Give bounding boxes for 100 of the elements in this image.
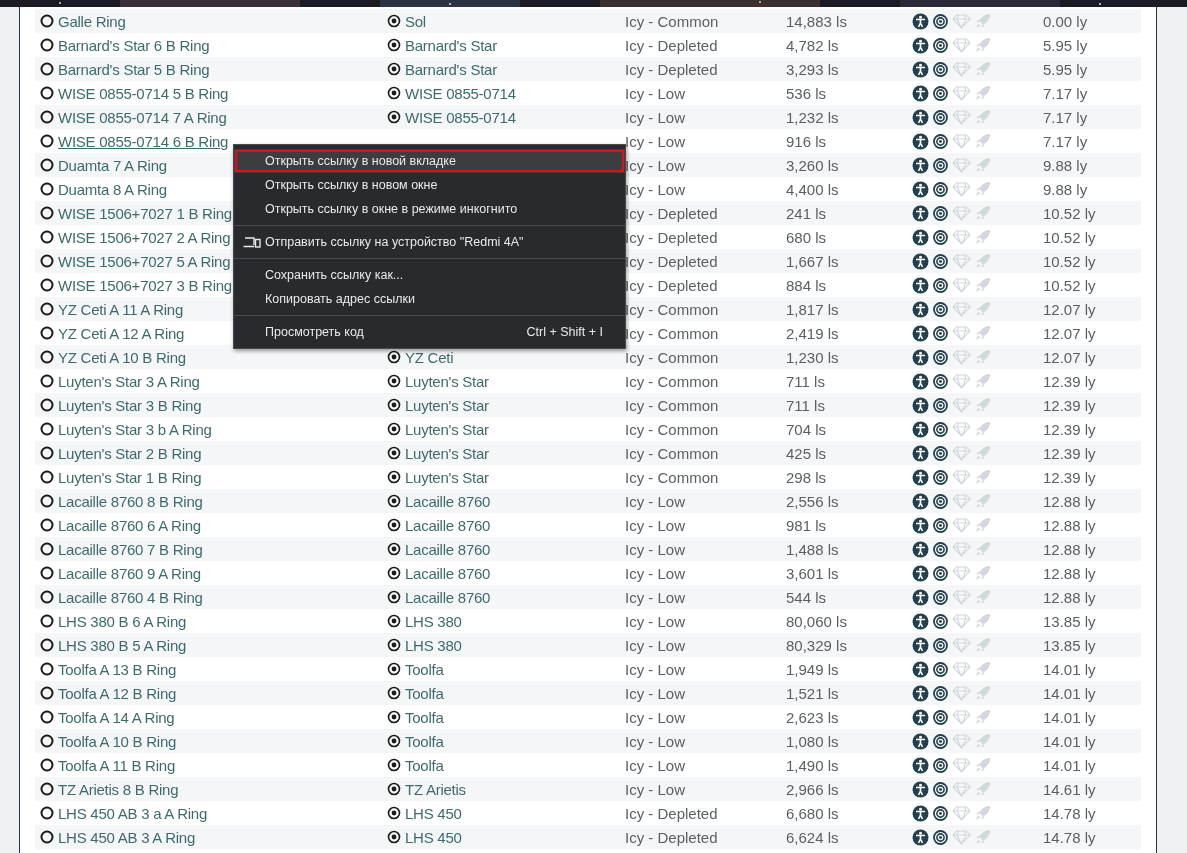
- ring-link[interactable]: Toolfa A 12 B Ring: [58, 684, 177, 702]
- system-link[interactable]: LHS 450: [405, 804, 462, 822]
- ring-icon: [40, 494, 54, 508]
- ring-link[interactable]: Lacaille 8760 9 A Ring: [58, 564, 201, 582]
- ring-link[interactable]: LHS 450 AB 3 A Ring: [58, 828, 196, 846]
- system-link[interactable]: Barnard's Star: [405, 36, 497, 54]
- ring-icon: [40, 230, 54, 244]
- menu-item[interactable]: Сохранить ссылку как...: [234, 263, 625, 287]
- ring-link[interactable]: Barnard's Star 5 B Ring: [58, 60, 210, 78]
- ring-icon: [40, 326, 54, 340]
- ring-link[interactable]: WISE 1506+7027 5 A Ring: [58, 252, 231, 270]
- ring-icon: [40, 158, 54, 172]
- distance-ly: 10.52 ly: [1043, 228, 1096, 246]
- system-link[interactable]: YZ Ceti: [405, 348, 454, 366]
- ring-link[interactable]: Luyten's Star 3 B Ring: [58, 396, 202, 414]
- system-link[interactable]: LHS 380: [405, 636, 462, 654]
- system-link[interactable]: Toolfa: [405, 732, 444, 750]
- system-link[interactable]: Toolfa: [405, 660, 444, 678]
- system-link[interactable]: TZ Arietis: [405, 780, 466, 798]
- system-link[interactable]: Toolfa: [405, 684, 444, 702]
- ring-type: Icy - Depleted: [625, 828, 718, 846]
- system-link[interactable]: Toolfa: [405, 756, 444, 774]
- ring-link[interactable]: Galle Ring: [58, 12, 126, 30]
- distance-ly: 9.88 ly: [1043, 180, 1088, 198]
- arrival-distance: 2,556 ls: [786, 492, 839, 510]
- ring-link[interactable]: Toolfa A 10 B Ring: [58, 732, 177, 750]
- arrival-distance: 6,624 ls: [786, 828, 839, 846]
- ring-link[interactable]: YZ Ceti A 11 A Ring: [58, 300, 184, 318]
- ring-link[interactable]: Toolfa A 14 A Ring: [58, 708, 175, 726]
- system-link[interactable]: Lacaille 8760: [405, 540, 491, 558]
- ring-link[interactable]: WISE 0855-0714 6 B Ring: [58, 132, 229, 150]
- ring-type: Icy - Common: [625, 12, 719, 30]
- ring-type: Icy - Low: [625, 612, 685, 630]
- system-link[interactable]: Lacaille 8760: [405, 492, 491, 510]
- ring-link[interactable]: YZ Ceti A 12 A Ring: [58, 324, 185, 342]
- ring-link[interactable]: WISE 0855-0714 5 B Ring: [58, 84, 229, 102]
- system-link[interactable]: Sol: [405, 12, 426, 30]
- system-link[interactable]: Barnard's Star: [405, 60, 497, 78]
- distance-ly: 10.52 ly: [1043, 252, 1096, 270]
- system-link[interactable]: Luyten's Star: [405, 372, 489, 390]
- ring-type: Icy - Common: [625, 372, 719, 390]
- star-system-icon: [387, 398, 401, 412]
- star-system-icon: [387, 542, 401, 556]
- menu-item[interactable]: Просмотреть код Ctrl + Shift + I: [234, 320, 625, 344]
- system-link[interactable]: Lacaille 8760: [405, 516, 491, 534]
- system-link[interactable]: WISE 0855-0714: [405, 108, 516, 126]
- system-link[interactable]: Luyten's Star: [405, 468, 489, 486]
- system-link[interactable]: LHS 380: [405, 612, 462, 630]
- distance-ly: 5.95 ly: [1043, 36, 1088, 54]
- ring-link[interactable]: WISE 1506+7027 3 B Ring: [58, 276, 232, 294]
- ring-link[interactable]: Lacaille 8760 4 B Ring: [58, 588, 203, 606]
- system-link[interactable]: Lacaille 8760: [405, 588, 491, 606]
- ring-link[interactable]: TZ Arietis 8 B Ring: [58, 780, 179, 798]
- ring-link[interactable]: Toolfa A 13 B Ring: [58, 660, 177, 678]
- distance-ly: 14.01 ly: [1043, 708, 1096, 726]
- system-link[interactable]: WISE 0855-0714: [405, 84, 516, 102]
- ring-type: Icy - Low: [625, 684, 685, 702]
- ring-link[interactable]: Duamta 8 A Ring: [58, 180, 167, 198]
- ring-type: Icy - Low: [625, 516, 685, 534]
- star-system-icon: [387, 38, 401, 52]
- ring-link[interactable]: WISE 1506+7027 1 B Ring: [58, 204, 232, 222]
- ring-link[interactable]: WISE 0855-0714 7 A Ring: [58, 108, 227, 126]
- distance-ly: 12.39 ly: [1043, 468, 1096, 486]
- arrival-distance: 916 ls: [786, 132, 827, 150]
- system-link[interactable]: Toolfa: [405, 708, 444, 726]
- menu-item[interactable]: Отправить ссылку на устройство "Redmi 4A": [234, 230, 625, 254]
- system-link[interactable]: Luyten's Star: [405, 444, 489, 462]
- ring-icon: [40, 806, 54, 820]
- menu-item[interactable]: Копировать адрес ссылки: [234, 287, 625, 311]
- ring-icon: [40, 710, 54, 724]
- ring-link[interactable]: Luyten's Star 3 A Ring: [58, 372, 200, 390]
- star-system-icon: [387, 590, 401, 604]
- menu-item[interactable]: Открыть ссылку в новом окне: [234, 173, 625, 197]
- ring-link[interactable]: LHS 450 AB 3 a A Ring: [58, 804, 208, 822]
- system-link[interactable]: Luyten's Star: [405, 396, 489, 414]
- ring-link[interactable]: LHS 380 B 5 A Ring: [58, 636, 187, 654]
- menu-item[interactable]: Открыть ссылку в новой вкладке: [234, 149, 625, 173]
- ring-link[interactable]: Lacaille 8760 6 A Ring: [58, 516, 201, 534]
- ring-link[interactable]: Luyten's Star 2 B Ring: [58, 444, 202, 462]
- ring-link[interactable]: YZ Ceti A 10 B Ring: [58, 348, 186, 366]
- ring-link[interactable]: Lacaille 8760 8 B Ring: [58, 492, 203, 510]
- ring-link[interactable]: Luyten's Star 1 B Ring: [58, 468, 202, 486]
- system-link[interactable]: Luyten's Star: [405, 420, 489, 438]
- ring-link[interactable]: Barnard's Star 6 B Ring: [58, 36, 210, 54]
- ring-link[interactable]: Lacaille 8760 7 B Ring: [58, 540, 203, 558]
- ring-link[interactable]: Luyten's Star 3 b A Ring: [58, 420, 212, 438]
- ring-link[interactable]: LHS 380 B 6 A Ring: [58, 612, 187, 630]
- arrival-distance: 536 ls: [786, 84, 827, 102]
- system-link[interactable]: Lacaille 8760: [405, 564, 491, 582]
- ring-type: Icy - Low: [625, 708, 685, 726]
- system-link[interactable]: LHS 450: [405, 828, 462, 846]
- ring-icon: [40, 302, 54, 316]
- distance-ly: 7.17 ly: [1043, 84, 1088, 102]
- menu-item[interactable]: Открыть ссылку в окне в режиме инкогнито: [234, 197, 625, 221]
- ring-link[interactable]: Duamta 7 A Ring: [58, 156, 167, 174]
- ring-link[interactable]: WISE 1506+7027 2 A Ring: [58, 228, 231, 246]
- ring-type: Icy - Low: [625, 108, 685, 126]
- ring-link[interactable]: Toolfa A 11 B Ring: [58, 756, 175, 774]
- ring-type: Icy - Low: [625, 564, 685, 582]
- ring-icon: [40, 566, 54, 580]
